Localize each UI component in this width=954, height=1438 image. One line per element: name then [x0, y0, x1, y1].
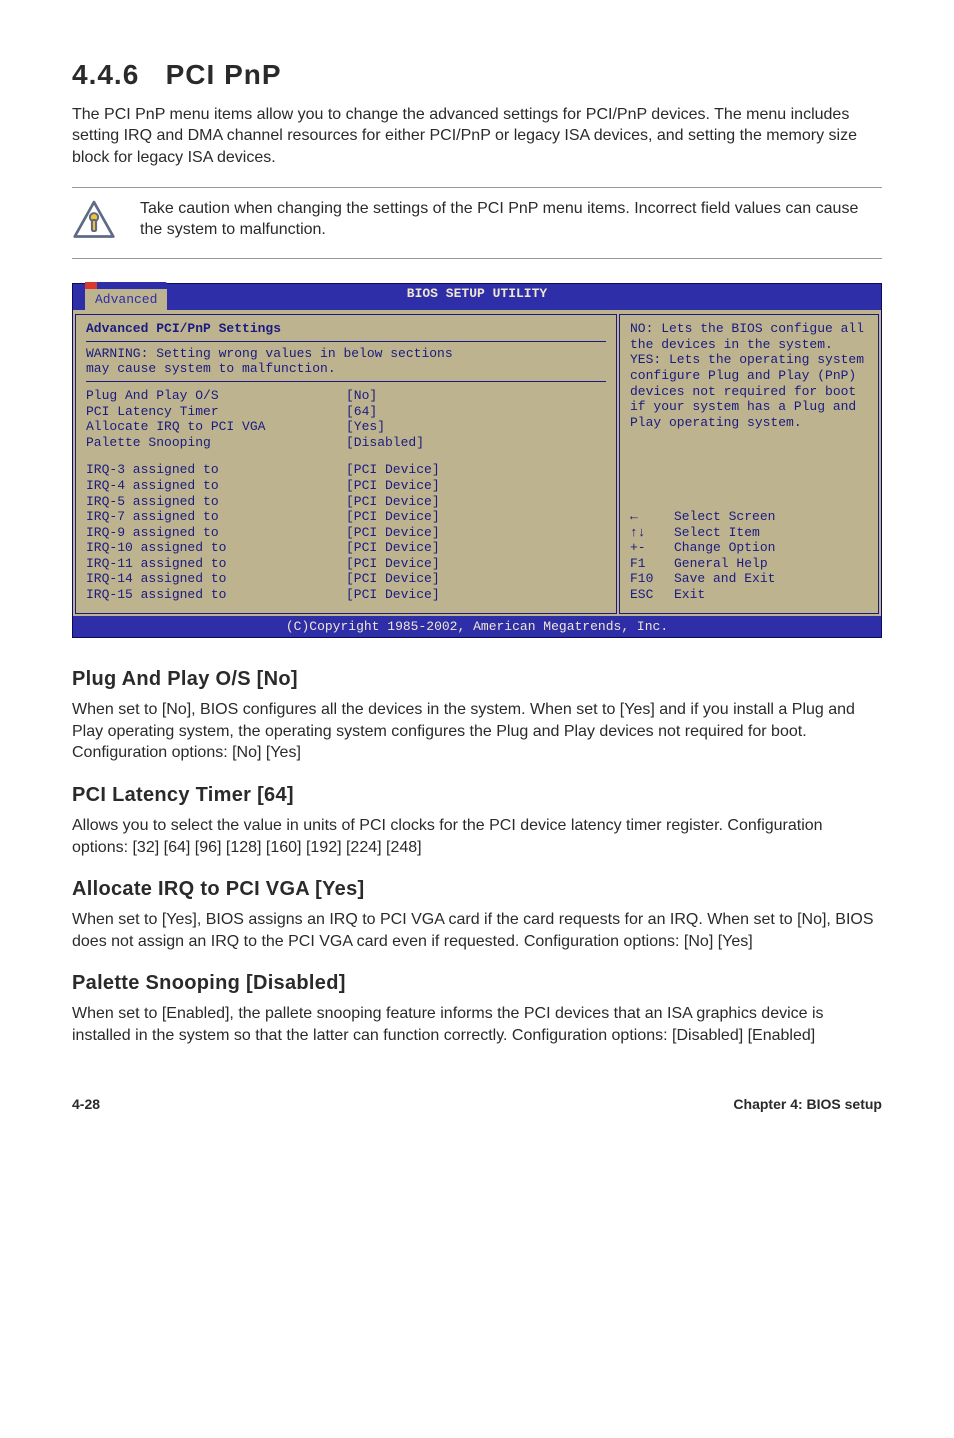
nav-desc: Select Item	[674, 525, 760, 541]
bios-setting-label: IRQ-7 assigned to	[86, 509, 346, 525]
body-palette-snooping: When set to [Enabled], the pallete snoop…	[72, 1003, 882, 1046]
bios-setting-value: [PCI Device]	[346, 556, 440, 572]
subheading-plug-and-play: Plug And Play O/S [No]	[72, 666, 882, 693]
bios-setting-value: [PCI Device]	[346, 525, 440, 541]
bios-settings-group-b: IRQ-3 assigned to[PCI Device] IRQ-4 assi…	[86, 462, 606, 602]
bios-setting-label: Palette Snooping	[86, 435, 346, 451]
bios-setting-label: Plug And Play O/S	[86, 388, 346, 404]
body-allocate-irq: When set to [Yes], BIOS assigns an IRQ t…	[72, 909, 882, 952]
bios-setting-value: [PCI Device]	[346, 462, 440, 478]
bios-setting-row[interactable]: IRQ-14 assigned to[PCI Device]	[86, 571, 606, 587]
bios-setting-row[interactable]: IRQ-3 assigned to[PCI Device]	[86, 462, 606, 478]
page-number: 4-28	[72, 1095, 100, 1114]
nav-key: ↑↓	[630, 525, 674, 541]
bios-setting-label: IRQ-4 assigned to	[86, 478, 346, 494]
nav-desc: Change Option	[674, 540, 775, 556]
bios-setting-row[interactable]: Palette Snooping [Disabled]	[86, 435, 606, 451]
bios-copyright: (C)Copyright 1985-2002, American Megatre…	[73, 616, 881, 638]
bios-help-panel: NO: Lets the BIOS configue all the devic…	[619, 314, 879, 614]
bios-setting-row[interactable]: PCI Latency Timer [64]	[86, 404, 606, 420]
bios-setting-label: IRQ-14 assigned to	[86, 571, 346, 587]
warning-icon	[72, 198, 116, 249]
bios-setting-row[interactable]: IRQ-11 assigned to[PCI Device]	[86, 556, 606, 572]
bios-nav-row: ←Select Screen	[630, 509, 868, 525]
tab-accent-icon	[85, 282, 97, 289]
subheading-allocate-irq: Allocate IRQ to PCI VGA [Yes]	[72, 876, 882, 903]
section-title: PCI PnP	[166, 59, 282, 90]
nav-key: +-	[630, 540, 674, 556]
bios-setting-label: IRQ-5 assigned to	[86, 494, 346, 510]
bios-setting-label: Allocate IRQ to PCI VGA	[86, 419, 346, 435]
bios-tab-advanced[interactable]: Advanced	[85, 282, 167, 311]
bios-setting-label: IRQ-15 assigned to	[86, 587, 346, 603]
bios-help-text: NO: Lets the BIOS configue all the devic…	[630, 321, 868, 430]
bios-screen: BIOS SETUP UTILITY Advanced Advanced PCI…	[72, 283, 882, 638]
spacer	[86, 450, 606, 462]
caution-callout: Take caution when changing the settings …	[72, 187, 882, 260]
bios-setting-value: [Disabled]	[346, 435, 424, 451]
bios-settings-group-a: Plug And Play O/S [No] PCI Latency Timer…	[86, 388, 606, 450]
bios-warning-line1: WARNING: Setting wrong values in below s…	[86, 346, 606, 362]
bios-setting-row[interactable]: IRQ-15 assigned to[PCI Device]	[86, 587, 606, 603]
nav-key: F10	[630, 571, 674, 587]
nav-desc: Select Screen	[674, 509, 775, 525]
bios-setting-value: [No]	[346, 388, 377, 404]
subheading-palette-snooping: Palette Snooping [Disabled]	[72, 970, 882, 997]
bios-setting-value: [64]	[346, 404, 377, 420]
bios-setting-row[interactable]: IRQ-5 assigned to[PCI Device]	[86, 494, 606, 510]
bios-setting-label: IRQ-11 assigned to	[86, 556, 346, 572]
bios-setting-value: [PCI Device]	[346, 509, 440, 525]
bios-setting-row[interactable]: Allocate IRQ to PCI VGA [Yes]	[86, 419, 606, 435]
body-pci-latency: Allows you to select the value in units …	[72, 815, 882, 858]
bios-setting-label: IRQ-3 assigned to	[86, 462, 346, 478]
bios-tab-label: Advanced	[95, 292, 157, 307]
bios-setting-row[interactable]: IRQ-4 assigned to[PCI Device]	[86, 478, 606, 494]
section-number: 4.4.6	[72, 59, 139, 90]
bios-setting-value: [PCI Device]	[346, 587, 440, 603]
chapter-title: Chapter 4: BIOS setup	[733, 1095, 882, 1114]
bios-setting-value: [PCI Device]	[346, 494, 440, 510]
bios-titlebar: BIOS SETUP UTILITY Advanced	[73, 284, 881, 310]
bios-setting-value: [PCI Device]	[346, 571, 440, 587]
intro-paragraph: The PCI PnP menu items allow you to chan…	[72, 104, 882, 169]
bios-nav-row: F10Save and Exit	[630, 571, 868, 587]
bios-warning-box: WARNING: Setting wrong values in below s…	[86, 341, 606, 382]
bios-nav-row: F1General Help	[630, 556, 868, 572]
bios-setting-label: IRQ-9 assigned to	[86, 525, 346, 541]
bios-setting-label: IRQ-10 assigned to	[86, 540, 346, 556]
subheading-pci-latency: PCI Latency Timer [64]	[72, 782, 882, 809]
bios-nav-keys: ←Select Screen ↑↓Select Item +-Change Op…	[630, 509, 868, 603]
nav-key: ←	[630, 509, 674, 525]
section-heading: 4.4.6 PCI PnP	[72, 56, 882, 94]
bios-panel-title: Advanced PCI/PnP Settings	[86, 321, 606, 337]
bios-setting-label: PCI Latency Timer	[86, 404, 346, 420]
bios-utility-title: BIOS SETUP UTILITY	[407, 286, 547, 302]
bios-setting-row[interactable]: IRQ-7 assigned to[PCI Device]	[86, 509, 606, 525]
nav-desc: Exit	[674, 587, 705, 603]
bios-nav-row: ESCExit	[630, 587, 868, 603]
page-footer: 4-28 Chapter 4: BIOS setup	[72, 1095, 882, 1114]
bios-setting-value: [Yes]	[346, 419, 385, 435]
nav-key: F1	[630, 556, 674, 572]
bios-nav-row: +-Change Option	[630, 540, 868, 556]
nav-desc: General Help	[674, 556, 768, 572]
bios-setting-row[interactable]: IRQ-10 assigned to[PCI Device]	[86, 540, 606, 556]
body-plug-and-play: When set to [No], BIOS configures all th…	[72, 699, 882, 764]
bios-setting-value: [PCI Device]	[346, 540, 440, 556]
caution-text: Take caution when changing the settings …	[140, 198, 882, 241]
bios-main-panel: Advanced PCI/PnP Settings WARNING: Setti…	[75, 314, 617, 614]
bios-body: Advanced PCI/PnP Settings WARNING: Setti…	[73, 310, 881, 616]
bios-setting-row[interactable]: Plug And Play O/S [No]	[86, 388, 606, 404]
bios-warning-line2: may cause system to malfunction.	[86, 361, 606, 377]
nav-key: ESC	[630, 587, 674, 603]
bios-setting-row[interactable]: IRQ-9 assigned to[PCI Device]	[86, 525, 606, 541]
bios-nav-row: ↑↓Select Item	[630, 525, 868, 541]
bios-setting-value: [PCI Device]	[346, 478, 440, 494]
nav-desc: Save and Exit	[674, 571, 775, 587]
